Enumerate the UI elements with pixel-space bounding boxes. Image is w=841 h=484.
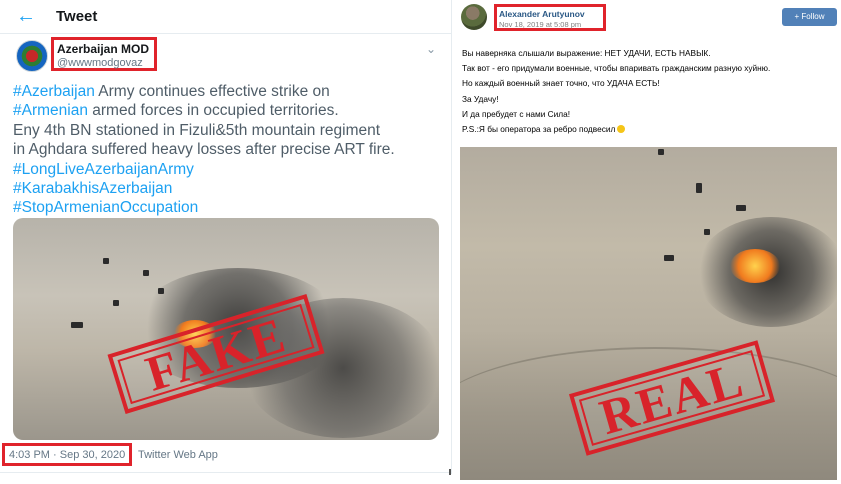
debris [658,149,664,155]
debris [664,255,674,261]
debris [143,270,149,276]
tweet-line-text: Eny 4th BN stationed in Fizuli&5th mount… [13,121,381,139]
vk-text-line: P.S.:Я бы оператора за ребро подвесил [462,124,616,135]
tweet-line-text: in Aghdara suffered heavy losses after p… [13,141,395,159]
avatar[interactable] [461,4,487,30]
vk-text-line-with-emoji: P.S.:Я бы оператора за ребро подвесил [462,122,837,137]
fire-flash [730,249,780,283]
debris [113,300,119,306]
tweet-line: in Aghdara suffered heavy losses after p… [13,140,443,159]
source-app-link[interactable]: Twitter Web App [138,449,218,461]
hashtag-link[interactable]: #Azerbaijan [13,83,95,100]
debris [71,322,83,328]
vk-text-line: И да пребудет с нами Сила! [462,108,571,119]
debris [736,205,746,211]
debris [696,183,702,189]
tweet-line: #KarabakhisAzerbaijan [13,179,443,198]
tweet-line: #Armenian armed forces in occupied terri… [13,101,443,120]
vk-text-line: Вы наверняка слышали выражение: НЕТ УДАЧ… [462,48,711,58]
hashtag-link[interactable]: #StopArmenianOccupation [13,199,198,216]
vk-text-line: Но каждый военный знает точно, что УДАЧА… [462,78,660,89]
author-name[interactable]: Azerbaijan MOD [57,42,149,56]
debris [103,258,109,264]
tweet-line: #StopArmenianOccupation [13,198,443,217]
vk-post-date[interactable]: Nov 18, 2019 at 5:08 pm [499,20,581,29]
tweet-line: #LongLiveAzerbaijanArmy [13,160,443,179]
author-avatar[interactable] [16,40,48,72]
tweet-line-text: Army continues effective strike on [94,83,330,100]
tweet-line: Eny 4th BN stationed in Fizuli&5th mount… [13,121,443,140]
chevron-down-icon[interactable]: ⌄ [426,42,436,56]
page-title: Tweet [56,8,98,25]
tweet-line: #Azerbaijan Army continues effective str… [13,82,443,101]
debris [704,229,710,235]
debris [158,288,164,294]
hashtag-link[interactable]: #KarabakhisAzerbaijan [13,180,172,197]
tweet-line-text: armed forces in occupied territories. [87,102,339,120]
divider [449,469,451,475]
divider [0,472,452,473]
follow-button[interactable]: + Follow [782,8,837,26]
tweet-text: #Azerbaijan Army continues effective str… [13,82,443,218]
hashtag-link[interactable]: #Armenian [13,102,88,119]
comparison-screenshot: ← Tweet Azerbaijan MOD @wwwmodgovaz ⌄ #A… [0,0,841,484]
tweet-timestamp[interactable]: 4:03 PM · Sep 30, 2020 [9,449,125,461]
author-handle[interactable]: @wwwmodgovaz [57,57,143,69]
vk-author-name[interactable]: Alexander Arutyunov [499,9,585,19]
hashtag-link[interactable]: #LongLiveAzerbaijanArmy [13,161,194,178]
back-arrow-icon[interactable]: ← [16,6,36,26]
vk-text-line: Так вот - его придумали военные, чтобы в… [462,63,771,74]
smile-emoji-icon [617,125,626,134]
vk-text-line: За Удачу! [462,93,499,104]
vk-post-text: Вы наверняка слышали выражение: НЕТ УДАЧ… [462,46,837,137]
